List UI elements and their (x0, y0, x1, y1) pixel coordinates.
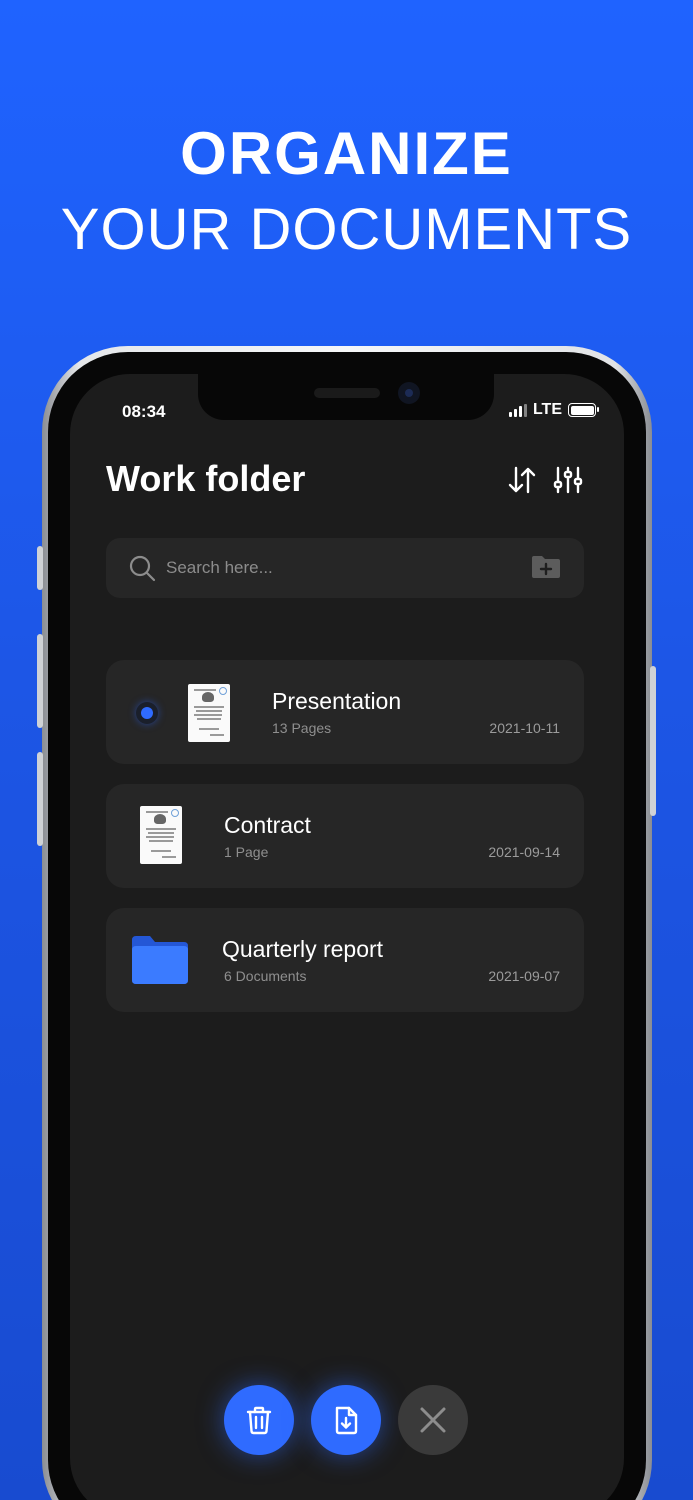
item-name: Quarterly report (222, 936, 384, 962)
search-icon (129, 555, 156, 582)
item-date: 2021-09-07 (488, 968, 560, 984)
item-name: Contract (224, 812, 311, 838)
document-thumbnail (188, 684, 230, 742)
headline-line-1: ORGANIZE (180, 120, 513, 187)
filter-button[interactable] (552, 464, 584, 496)
document-thumbnail (140, 806, 182, 864)
signal-icon (508, 403, 527, 417)
item-name: Presentation (272, 688, 402, 714)
trash-icon (246, 1406, 272, 1435)
add-folder-icon (532, 556, 560, 578)
status-indicators: LTE (508, 401, 599, 419)
sort-icon (508, 466, 536, 494)
file-download-icon (335, 1406, 358, 1435)
item-date: 2021-10-11 (489, 720, 560, 736)
item-meta: 13 Pages (272, 720, 332, 736)
item-date: 2021-09-14 (488, 844, 560, 860)
page-title: Work folder (106, 458, 306, 499)
promo-headline: ORGANIZE YOUR DOCUMENTS (0, 118, 693, 270)
notch (198, 374, 494, 420)
selection-radio[interactable] (136, 702, 158, 724)
sort-button[interactable] (506, 464, 538, 496)
search-input[interactable] (166, 538, 506, 598)
status-time: 08:34 (122, 402, 166, 421)
list-item-quarterly-report[interactable]: Quarterly report 6 Documents 2021-09-07 (106, 908, 584, 1012)
volume-up-button (37, 634, 43, 728)
phone-bezel: 08:34 LTE Work folder Search here... Pre… (48, 352, 646, 1500)
volume-down-button (37, 752, 43, 846)
list-item-presentation[interactable]: Presentation 13 Pages 2021-10-11 (106, 660, 584, 764)
headline-line-2: YOUR DOCUMENTS (60, 197, 633, 262)
search-bar (106, 538, 584, 598)
power-button (650, 666, 656, 816)
item-meta: 1 Page (224, 844, 269, 860)
delete-button[interactable] (224, 1385, 294, 1455)
phone-frame: 08:34 LTE Work folder Search here... Pre… (42, 346, 652, 1500)
close-icon (420, 1407, 446, 1433)
front-camera (398, 382, 420, 404)
export-button[interactable] (311, 1385, 381, 1455)
list-item-contract[interactable]: Contract 1 Page 2021-09-14 (106, 784, 584, 888)
network-label: LTE (532, 401, 562, 418)
add-folder-button[interactable] (530, 554, 562, 585)
mute-switch (37, 546, 43, 590)
app-screen: 08:34 LTE Work folder Search here... Pre… (70, 374, 624, 1500)
folder-icon (132, 936, 188, 984)
item-meta: 6 Documents (224, 968, 307, 984)
battery-icon (568, 403, 599, 417)
close-button[interactable] (398, 1385, 468, 1455)
filter-icon (553, 466, 583, 494)
speaker-grille (314, 388, 380, 398)
